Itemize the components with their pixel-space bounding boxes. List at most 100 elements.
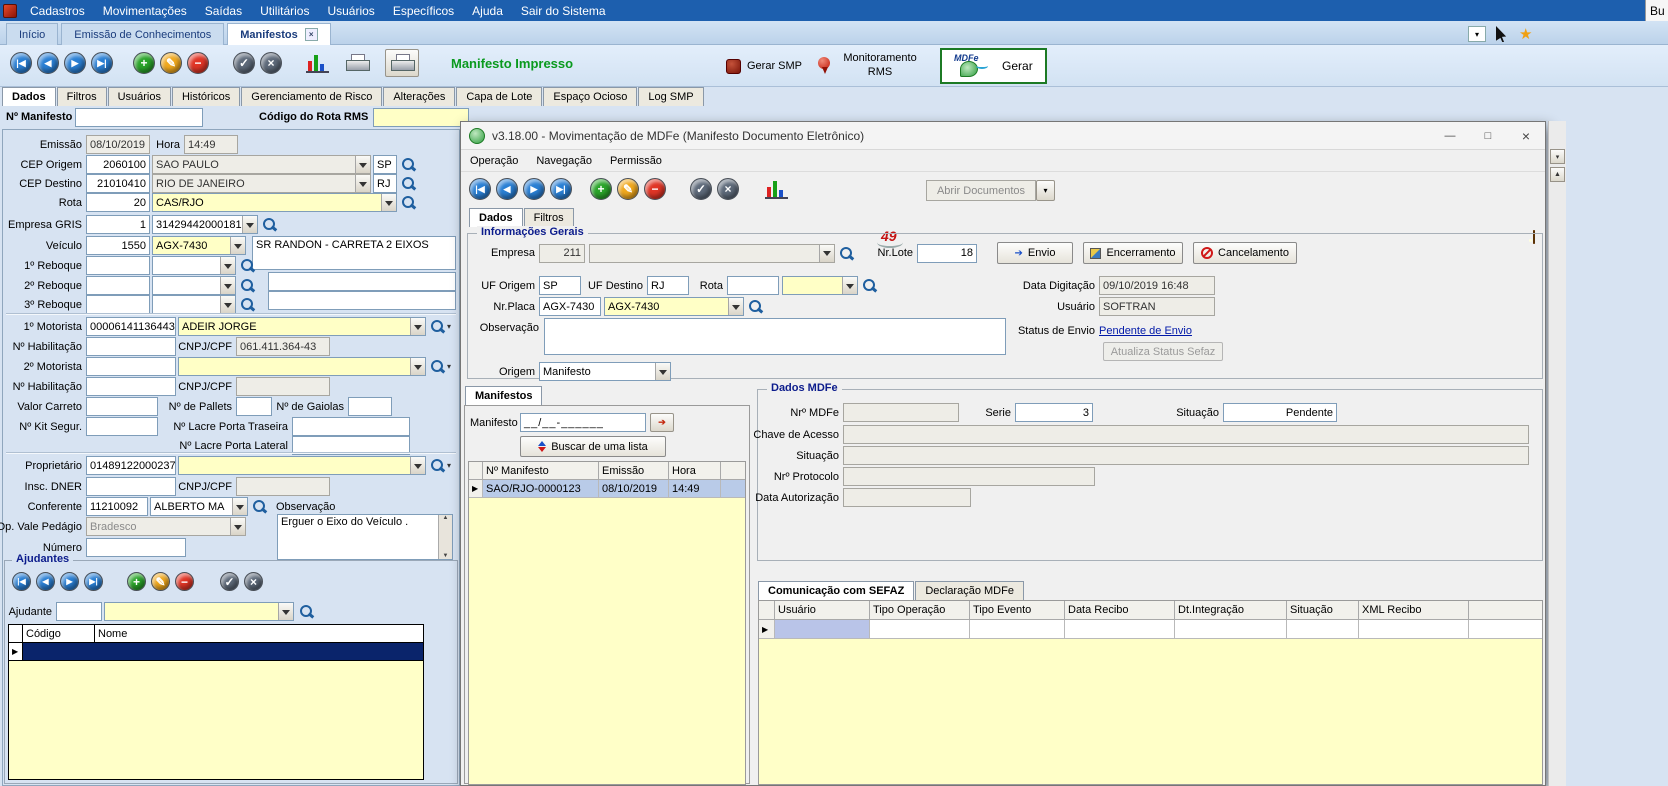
dropdown-arrow-icon[interactable] — [220, 277, 235, 294]
menu-utilitarios[interactable]: Utilitários — [251, 2, 318, 20]
motorista2-combo[interactable] — [178, 357, 426, 376]
envio-button[interactable]: ➔Envio — [997, 242, 1073, 264]
menu-operacao[interactable]: Operação — [461, 152, 527, 170]
dropdown-arrow-icon[interactable] — [220, 296, 235, 313]
conferente-search-icon[interactable] — [251, 498, 268, 515]
cep-destino-uf-input[interactable]: RJ — [373, 174, 397, 193]
pallets-input[interactable] — [236, 397, 272, 416]
reboque2-input[interactable] — [86, 276, 150, 295]
tab-usuarios[interactable]: Usuários — [108, 87, 171, 106]
kit-segur-input[interactable] — [86, 417, 158, 436]
motorista1-combo[interactable]: ADEIR JORGE — [178, 317, 426, 336]
dropdown-arrow-icon[interactable] — [355, 175, 370, 192]
dropdown-arrow-icon[interactable] — [230, 237, 245, 254]
tab-overflow-button[interactable]: ▾ — [1468, 26, 1486, 42]
menu-usuarios[interactable]: Usuários — [318, 2, 383, 20]
lacre-traseira-input[interactable] — [292, 417, 410, 436]
mdfe-cancel-button[interactable]: × — [717, 178, 739, 200]
dropdown-arrow-icon[interactable] — [355, 156, 370, 173]
scroll-down-icon[interactable]: ▼ — [443, 553, 449, 559]
reboque1-input[interactable] — [86, 256, 150, 275]
conferente-input[interactable]: 11210092 — [86, 497, 148, 516]
tab-comunicacao-sefaz[interactable]: Comunicação com SEFAZ — [758, 581, 914, 600]
dropdown-arrow-icon[interactable] — [232, 498, 247, 515]
ajudantes-nav-prev-button[interactable]: ◀ — [36, 572, 55, 591]
ajudante-search-icon[interactable] — [298, 603, 315, 620]
dropdown-arrow-icon[interactable] — [278, 603, 293, 620]
buscar-de-uma-lista-button[interactable]: Buscar de uma lista — [520, 436, 666, 457]
minimize-button[interactable]: — — [1431, 122, 1469, 149]
manifesto-add-button[interactable]: ➔ — [650, 413, 674, 432]
empresa-combo[interactable] — [589, 244, 835, 263]
tab-manifestos[interactable]: Manifestos × — [227, 23, 330, 45]
mdfe-delete-button[interactable]: − — [644, 178, 666, 200]
nav-last-button[interactable]: ▶| — [91, 52, 113, 74]
tab-historicos[interactable]: Históricos — [172, 87, 240, 106]
menu-movimentacoes[interactable]: Movimentações — [94, 2, 196, 20]
reboque1-combo[interactable] — [152, 256, 236, 275]
veiculo-input[interactable]: 1550 — [86, 236, 150, 255]
codigo-rota-rms-input[interactable] — [373, 108, 469, 127]
ajudante-input[interactable] — [56, 602, 102, 621]
mdfe-chart-icon[interactable] — [765, 179, 788, 199]
dropdown-arrow-icon[interactable] — [410, 457, 425, 474]
menu-permissao[interactable]: Permissão — [601, 152, 671, 170]
motorista2-input[interactable] — [86, 357, 176, 376]
tab-gerenciamento-de-risco[interactable]: Gerenciamento de Risco — [241, 87, 382, 106]
motorista2-search-button[interactable]: ▾ — [429, 358, 451, 375]
rota-search-icon[interactable] — [400, 194, 417, 211]
dropdown-arrow-icon[interactable] — [220, 257, 235, 274]
uf-destino-input[interactable]: RJ — [647, 276, 689, 295]
print-preview-button[interactable] — [385, 49, 419, 77]
serie-input[interactable]: 3 — [1015, 403, 1093, 422]
maximize-button[interactable]: □ — [1469, 122, 1507, 149]
menu-cadastros[interactable]: Cadastros — [21, 2, 94, 20]
cep-origem-search-icon[interactable] — [400, 156, 417, 173]
scroll-dropdown-button[interactable]: ▾ — [1550, 149, 1565, 164]
conferente-combo[interactable]: ALBERTO MA — [150, 497, 248, 516]
reboque3-search-icon[interactable] — [239, 296, 256, 313]
habilitacao1-input[interactable] — [86, 337, 176, 356]
hora-input[interactable]: 14:49 — [184, 135, 238, 154]
manifestos-tab[interactable]: Manifestos — [465, 386, 542, 405]
sefaz-table-body[interactable] — [759, 639, 1542, 784]
tab-filtros[interactable]: Filtros — [57, 87, 107, 106]
delete-button[interactable]: − — [187, 52, 209, 74]
mdfe-nav-next-button[interactable]: ▶ — [523, 178, 545, 200]
atualiza-status-sefaz-button[interactable]: Atualiza Status Sefaz — [1103, 342, 1223, 361]
tab-emissao-de-conhecimentos[interactable]: Emissão de Conhecimentos — [61, 23, 224, 45]
dropdown-arrow-icon[interactable] — [842, 277, 857, 294]
col-tipo-operacao[interactable]: Tipo Operação — [870, 601, 970, 620]
close-button[interactable]: × — [1507, 122, 1545, 149]
rota-input[interactable]: 20 — [86, 193, 150, 212]
dropdown-arrow-icon[interactable] — [230, 518, 245, 535]
emissao-input[interactable]: 08/10/2019 — [86, 135, 150, 154]
observacao-scrollbar[interactable]: ▲ ▼ — [438, 515, 452, 559]
cancel-button[interactable]: × — [260, 52, 282, 74]
nro-protocolo-input[interactable] — [843, 467, 1095, 486]
mdfe-nav-last-button[interactable]: ▶| — [550, 178, 572, 200]
reboque2-combo[interactable] — [152, 276, 236, 295]
tab-alteracoes[interactable]: Alterações — [383, 87, 455, 106]
dropdown-arrow-icon[interactable] — [819, 245, 834, 262]
menu-navegacao[interactable]: Navegação — [527, 152, 601, 170]
gaiolas-input[interactable] — [348, 397, 392, 416]
right-scrollbar[interactable]: ▾ ▲ — [1548, 121, 1566, 786]
tab-capa-de-lote[interactable]: Capa de Lote — [456, 87, 542, 106]
cancelamento-button[interactable]: Cancelamento — [1193, 242, 1297, 264]
cep-origem-uf-input[interactable]: SP — [373, 155, 397, 174]
menu-especificos[interactable]: Específicos — [384, 2, 463, 20]
empresa-gris-search-icon[interactable] — [261, 216, 278, 233]
dropdown-arrow-icon[interactable] — [728, 298, 743, 315]
nro-mdfe-input[interactable] — [843, 403, 959, 422]
abrir-documentos-dropdown-button[interactable]: ▾ — [1036, 180, 1055, 201]
mdfe-titlebar[interactable]: v3.18.00 - Movimentação de MDFe (Manifes… — [461, 122, 1545, 150]
ajudantes-nav-last-button[interactable]: ▶| — [84, 572, 103, 591]
ajudante-combo[interactable] — [104, 602, 294, 621]
tab-inicio[interactable]: Início — [6, 23, 58, 45]
close-tab-icon[interactable]: × — [305, 28, 318, 41]
col-codigo[interactable]: Código — [23, 625, 95, 642]
col-nro-manifesto[interactable]: Nº Manifesto — [483, 462, 599, 480]
cep-destino-search-icon[interactable] — [400, 175, 417, 192]
col-tipo-evento[interactable]: Tipo Evento — [970, 601, 1065, 620]
